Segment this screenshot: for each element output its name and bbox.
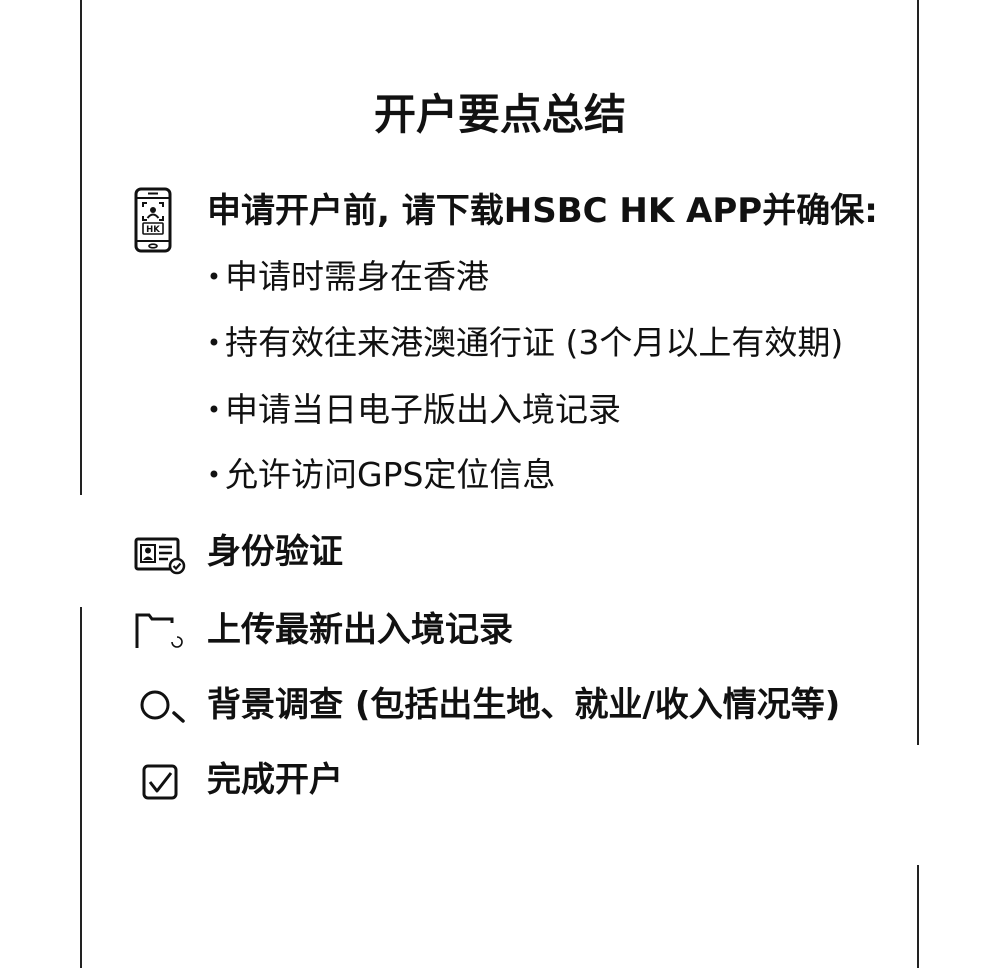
list-item-text: 允许访问GPS定位信息	[225, 455, 556, 494]
list-item-text: 持有效往来港澳通行证 (3个月以上有效期)	[225, 323, 844, 362]
progress-spinner	[171, 636, 183, 648]
left-border-line-bottom	[80, 607, 82, 968]
list-item: • 申请时需身在香港	[203, 259, 489, 295]
face-shoulders	[146, 213, 160, 219]
checkbox-frame	[142, 764, 178, 800]
phone-icon: HK	[134, 187, 174, 253]
folder-outline	[135, 613, 174, 648]
phone-icon-graphic: HK	[134, 187, 172, 253]
folder-upload-icon-graphic	[135, 613, 183, 648]
step-background-check: 背景调查 (包括出生地、就业/收入情况等)	[207, 685, 841, 725]
list-item-text: 申请时需身在香港	[225, 257, 489, 296]
bullet-marker: •	[206, 461, 222, 489]
page-title: 开户要点总结	[373, 90, 626, 139]
checkbox-check	[148, 772, 173, 793]
step-upload-records: 上传最新出入境记录	[207, 610, 513, 650]
phone-home-button	[148, 243, 158, 249]
list-item: • 申请当日电子版出入境记录	[203, 392, 621, 428]
checkbox-icon-graphic	[142, 764, 178, 800]
magnifier-icon	[138, 686, 188, 726]
step-complete: 完成开户	[207, 760, 343, 800]
bullet-marker: •	[206, 396, 222, 424]
list-item: • 允许访问GPS定位信息	[203, 455, 556, 494]
list-item-text: 申请当日电子版出入境记录	[225, 390, 621, 429]
step-download-app: 申请开户前, 请下载HSBC HK APP并确保:	[207, 191, 878, 231]
folder-upload-icon	[134, 611, 186, 653]
face-head	[150, 207, 156, 213]
magnifier-handle	[172, 711, 185, 723]
left-border-line-top	[80, 0, 82, 495]
bullet-marker: •	[206, 263, 222, 291]
step-identity-verification: 身份验证	[207, 532, 343, 572]
checkbox-icon	[142, 764, 180, 802]
id-card-icon-graphic	[134, 537, 186, 575]
bullet-marker: •	[206, 329, 222, 357]
photo-body	[143, 556, 153, 560]
right-border-line-bottom	[917, 865, 919, 968]
id-card-icon	[134, 536, 188, 576]
magnifier-icon-graphic	[140, 690, 185, 723]
photo-head	[145, 547, 151, 554]
list-item: • 持有效往来港澳通行证 (3个月以上有效期)	[203, 325, 843, 361]
hk-label: HK	[146, 225, 160, 235]
magnifier-lens	[140, 690, 170, 720]
